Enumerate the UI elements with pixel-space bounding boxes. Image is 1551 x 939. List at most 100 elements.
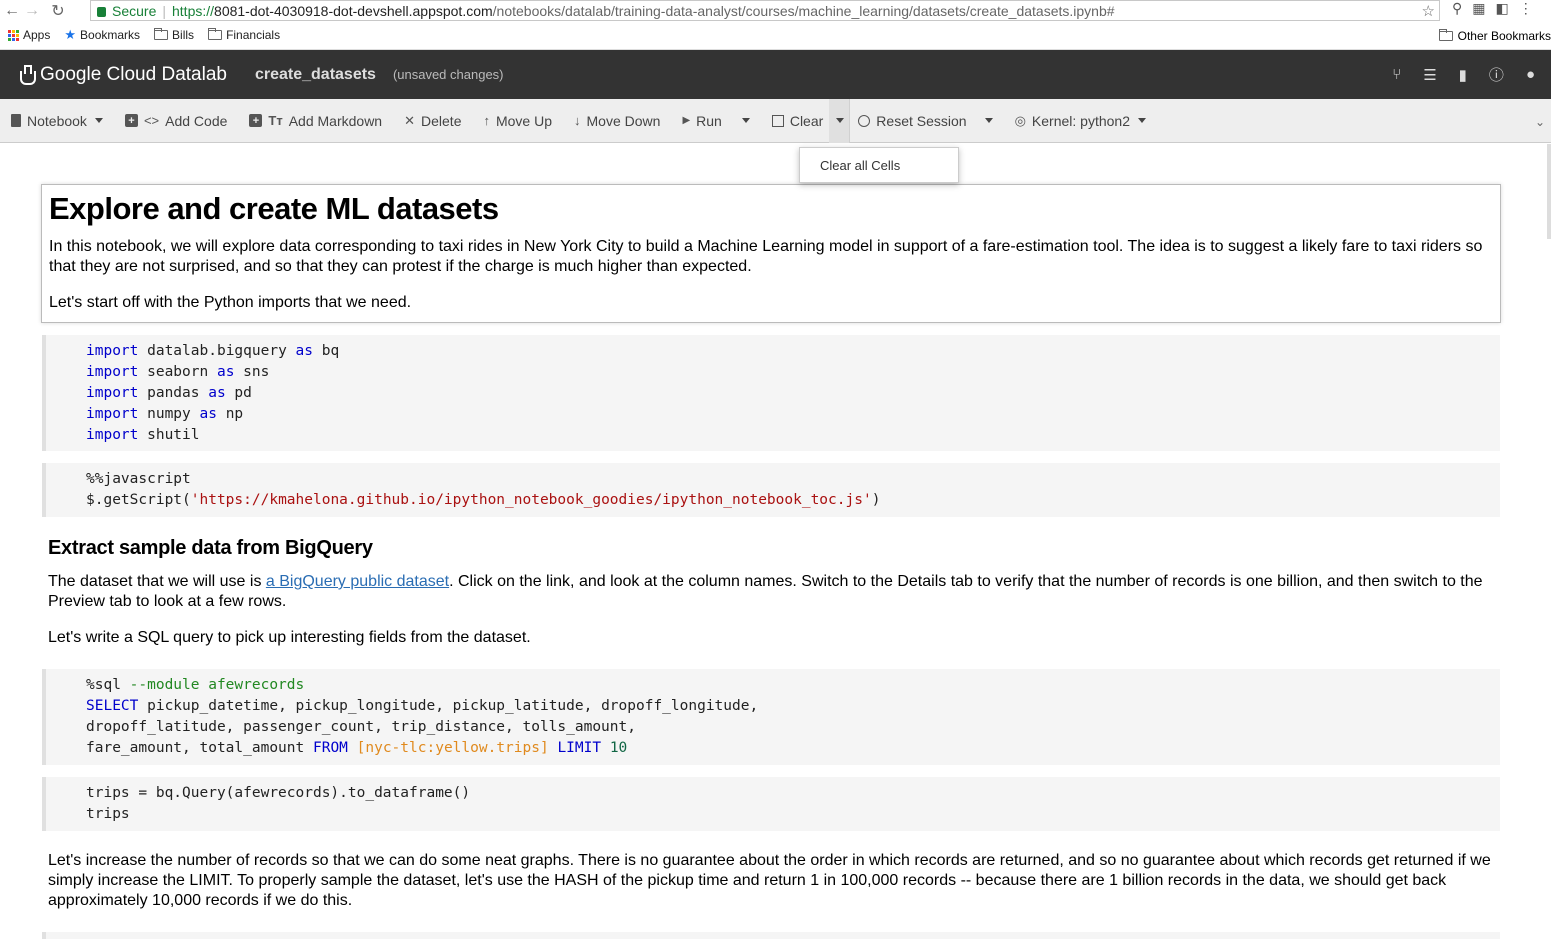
address-bar[interactable]: Secure | https://8081-dot-4030918-dot-de… (90, 0, 1440, 21)
add-markdown-button[interactable]: + Tт Add Markdown (238, 99, 393, 143)
markdown-cell-title[interactable]: Explore and create ML datasets In this n… (41, 184, 1501, 323)
move-up-button[interactable]: ↑ Move Up (472, 99, 563, 143)
code-line: dropoff_latitude, passenger_count, trip_… (86, 719, 636, 735)
add-icon: + (249, 114, 263, 127)
caret-down-icon (836, 118, 845, 123)
code-line: import pandas as pd (86, 385, 252, 401)
notebook-content: Explore and create ML datasets In this n… (0, 144, 1551, 939)
git-branch-icon[interactable]: ⑂ (1392, 66, 1401, 83)
imports-note: Let's start off with the Python imports … (49, 294, 412, 311)
bookmark-financials[interactable]: Financials (208, 28, 280, 42)
code-line: import datalab.bigquery as bq (86, 343, 340, 359)
save-status: (unsaved changes) (392, 67, 504, 82)
run-dropdown-caret[interactable] (741, 118, 750, 123)
add-icon: + (124, 114, 138, 127)
notebook-title[interactable]: create_datasets (255, 66, 376, 84)
other-bookmarks[interactable]: Other Bookmarks (1438, 29, 1551, 43)
clear-button[interactable]: Clear (761, 99, 829, 143)
chevron-down-icon[interactable]: ⌄ (1535, 115, 1545, 129)
close-icon: ✕ (404, 112, 416, 128)
play-icon: ▶ (682, 115, 691, 126)
clear-dropdown-menu: Clear all Cells (799, 147, 959, 183)
section-heading: Extract sample data from BigQuery (48, 537, 373, 559)
url-host: 8081-dot-4030918-dot-devshell.appspot.co… (214, 2, 493, 19)
search-extension-icon[interactable]: ⚲ (1452, 0, 1462, 17)
markdown-cell-extract[interactable]: Extract sample data from BigQuery The da… (41, 530, 1501, 650)
folder-icon (208, 28, 223, 40)
bookmarks-bar: Apps ★ Bookmarks Bills Financials (0, 21, 1551, 50)
code-line: import shutil (86, 427, 200, 443)
code-cell-imports[interactable]: import datalab.bigquery as bq import seab… (42, 335, 1500, 451)
forward-arrow-icon[interactable]: → (22, 2, 42, 20)
secure-label: Secure (112, 2, 157, 19)
reset-icon (858, 114, 871, 127)
code-line: SELECT pickup_datetime, pickup_longitude… (86, 698, 759, 714)
notebook-menu-button[interactable]: Notebook (0, 99, 114, 143)
caret-down-icon (984, 118, 993, 123)
code-cell-javascript[interactable]: %%javascript $.getScript('https://kmahel… (42, 463, 1500, 517)
code-line: trips (86, 806, 130, 822)
dataset-paragraph: The dataset that we will use is a BigQue… (48, 573, 1483, 610)
code-cell-sql[interactable]: %sql --module afewrecords SELECT pickup_… (42, 669, 1500, 765)
folder-icon (154, 28, 169, 40)
code-line: trips = bq.Query(afewrecords).to_datafra… (86, 785, 471, 801)
datalab-header: Google Cloud Datalab create_datasets (un… (0, 50, 1551, 99)
flask-icon (18, 64, 36, 85)
clear-all-cells-item[interactable]: Clear all Cells (820, 158, 900, 173)
notebook-toolbar: Notebook + <> Add Code + Tт Add Markdown… (0, 98, 1551, 143)
bigquery-dataset-link[interactable]: a BigQuery public dataset (266, 573, 449, 590)
code-line: import numpy as np (86, 406, 244, 422)
markdown-cell-increase[interactable]: Let's increase the number of records so … (41, 845, 1501, 925)
notebook-icon (11, 114, 21, 127)
extension-badge-icon[interactable]: ◧ (1496, 0, 1509, 17)
code-line: $.getScript('https://kmahelona.github.io… (86, 492, 881, 508)
imports-code: import datalab.bigquery as bq import seab… (86, 341, 1500, 446)
header-icons: ⑂ ☰ ▮ ⓘ ● (1392, 50, 1535, 99)
sql-note: Let's write a SQL query to pick up inter… (48, 629, 531, 646)
checkbox-icon (771, 114, 784, 127)
help-icon[interactable]: ⓘ (1489, 64, 1504, 85)
list-icon[interactable]: ☰ (1423, 66, 1436, 84)
reload-icon[interactable]: ↻ (48, 1, 68, 21)
code-line: %%javascript (86, 471, 191, 487)
account-icon[interactable]: ● (1526, 66, 1535, 83)
bookmark-bills[interactable]: Bills (154, 28, 194, 42)
code-line: fare_amount, total_amount FROM [nyc-tlc:… (86, 740, 628, 756)
increase-paragraph: Let's increase the number of records so … (48, 852, 1491, 909)
delete-button[interactable]: ✕ Delete (393, 99, 472, 143)
bookmark-star-icon[interactable]: ☆ (1422, 2, 1435, 20)
clear-dropdown-caret[interactable] (829, 98, 850, 143)
caret-down-icon (1138, 118, 1146, 123)
apps-grid-icon (8, 29, 19, 41)
code-line: %sql --module afewrecords (86, 677, 305, 693)
code-line: import seaborn as sns (86, 364, 270, 380)
intro-paragraph: In this notebook, we will explore data c… (49, 238, 1483, 275)
code-cell-trips[interactable]: trips = bq.Query(afewrecords).to_datafra… (42, 777, 1500, 831)
grid-extension-icon[interactable]: ▦ (1472, 0, 1485, 17)
code-cell-next[interactable] (42, 932, 1500, 939)
code-icon: <> (143, 113, 160, 128)
bookmark-bookmarks[interactable]: ★ Bookmarks (64, 27, 140, 43)
browser-address-row: ← → ↻ Secure | https://8081-dot-4030918-… (0, 0, 1551, 21)
run-button[interactable]: ▶ Run (671, 99, 760, 143)
kernel-icon: ◎ (1014, 112, 1026, 128)
caret-down-icon (94, 118, 103, 123)
notebook-heading: Explore and create ML datasets (49, 191, 499, 226)
bookmark-apps[interactable]: Apps (8, 28, 50, 42)
extension-icons: ⚲ ▦ ◧ ⋮ (1452, 0, 1533, 17)
folder-icon (1438, 29, 1453, 41)
move-down-button[interactable]: ↓ Move Down (563, 99, 671, 143)
arrow-down-icon: ↓ (574, 113, 581, 128)
add-code-button[interactable]: + <> Add Code (114, 99, 238, 143)
kernel-select[interactable]: ◎ Kernel: python2 (1004, 99, 1157, 143)
url-scheme: https:// (172, 2, 215, 19)
bookmark-icon[interactable]: ▮ (1459, 66, 1467, 84)
url-path: /notebooks/datalab/training-data-analyst… (492, 2, 1115, 19)
arrow-up-icon: ↑ (483, 113, 490, 128)
reset-session-button[interactable]: Reset Session (850, 99, 1003, 143)
back-arrow-icon[interactable]: ← (2, 2, 22, 20)
browser-menu-icon[interactable]: ⋮ (1519, 0, 1533, 17)
datalab-logo[interactable]: Google Cloud Datalab (18, 64, 227, 86)
text-icon: Tт (268, 113, 283, 128)
lock-icon (97, 6, 106, 17)
